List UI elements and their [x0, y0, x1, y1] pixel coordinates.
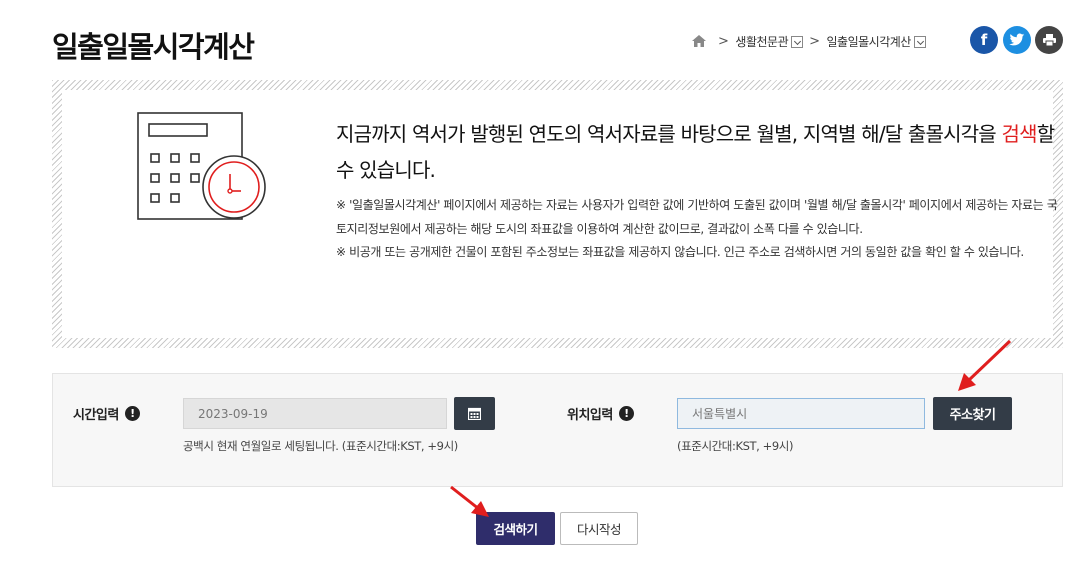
chevron-down-icon[interactable] — [791, 36, 804, 48]
print-button[interactable] — [1035, 26, 1063, 54]
info-panel: 지금까지 역서가 발행된 연도의 역서자료를 바탕으로 월별, 지역별 해/달 … — [52, 80, 1063, 348]
facebook-share-button[interactable]: f — [970, 26, 998, 54]
info-note-1: ※ '일출일몰시각계산' 페이지에서 제공하는 자료는 사용자가 입력한 값에 … — [336, 198, 1058, 236]
breadcrumb-item-2[interactable]: 일출일몰시각계산 — [827, 33, 912, 50]
chevron-right-icon: > — [809, 33, 820, 49]
twitter-icon — [1009, 33, 1025, 46]
search-form: 시간입력 ! 2023-09-19 공백시 현재 연월일로 세팅됩니다. (표준… — [52, 373, 1063, 487]
time-label-text: 시간입력 — [73, 408, 119, 423]
page-title: 일출일몰시각계산 — [52, 30, 255, 64]
headline-text: 지금까지 역서가 발행된 연도의 역서자료를 바탕으로 월별, 지역별 해/달 … — [336, 122, 1002, 146]
help-icon[interactable]: ! — [618, 406, 634, 421]
location-hint: (표준시간대:KST, +9시) — [677, 439, 794, 453]
calendar-button[interactable] — [454, 397, 495, 430]
home-icon[interactable] — [690, 32, 708, 50]
breadcrumb: > 생활천문관 > 일출일몰시각계산 — [690, 30, 926, 52]
date-input[interactable]: 2023-09-19 — [183, 398, 447, 429]
info-note-2: ※ 비공개 또는 공개제한 건물이 포함된 주소정보는 좌표값을 제공하지 않습… — [336, 245, 1024, 259]
facebook-icon: f — [980, 31, 988, 49]
chevron-down-icon[interactable] — [913, 36, 926, 48]
search-button[interactable]: 검색하기 — [476, 512, 555, 545]
location-input[interactable]: 서울특별시 — [677, 398, 925, 429]
headline-highlight: 검색 — [1001, 122, 1037, 146]
location-label: 위치입력 ! — [567, 404, 634, 423]
info-headline: 지금까지 역서가 발행된 연도의 역서자료를 바탕으로 월별, 지역별 해/달 … — [336, 116, 1056, 188]
find-address-button[interactable]: 주소찾기 — [933, 397, 1012, 430]
reset-button[interactable]: 다시작성 — [560, 512, 638, 545]
time-hint: 공백시 현재 연월일로 세팅됩니다. (표준시간대:KST, +9시) — [183, 439, 458, 453]
location-label-text: 위치입력 — [567, 408, 613, 423]
calendar-icon — [468, 407, 481, 420]
chevron-right-icon: > — [718, 33, 729, 49]
print-icon — [1042, 34, 1056, 47]
help-icon[interactable]: ! — [124, 406, 140, 421]
breadcrumb-item-1[interactable]: 생활천문관 — [735, 33, 788, 50]
calculator-clock-icon — [137, 112, 266, 220]
twitter-share-button[interactable] — [1003, 26, 1031, 54]
info-notes: ※ '일출일몰시각계산' 페이지에서 제공하는 자료는 사용자가 입력한 값에 … — [336, 194, 1066, 265]
time-label: 시간입력 ! — [73, 404, 140, 423]
